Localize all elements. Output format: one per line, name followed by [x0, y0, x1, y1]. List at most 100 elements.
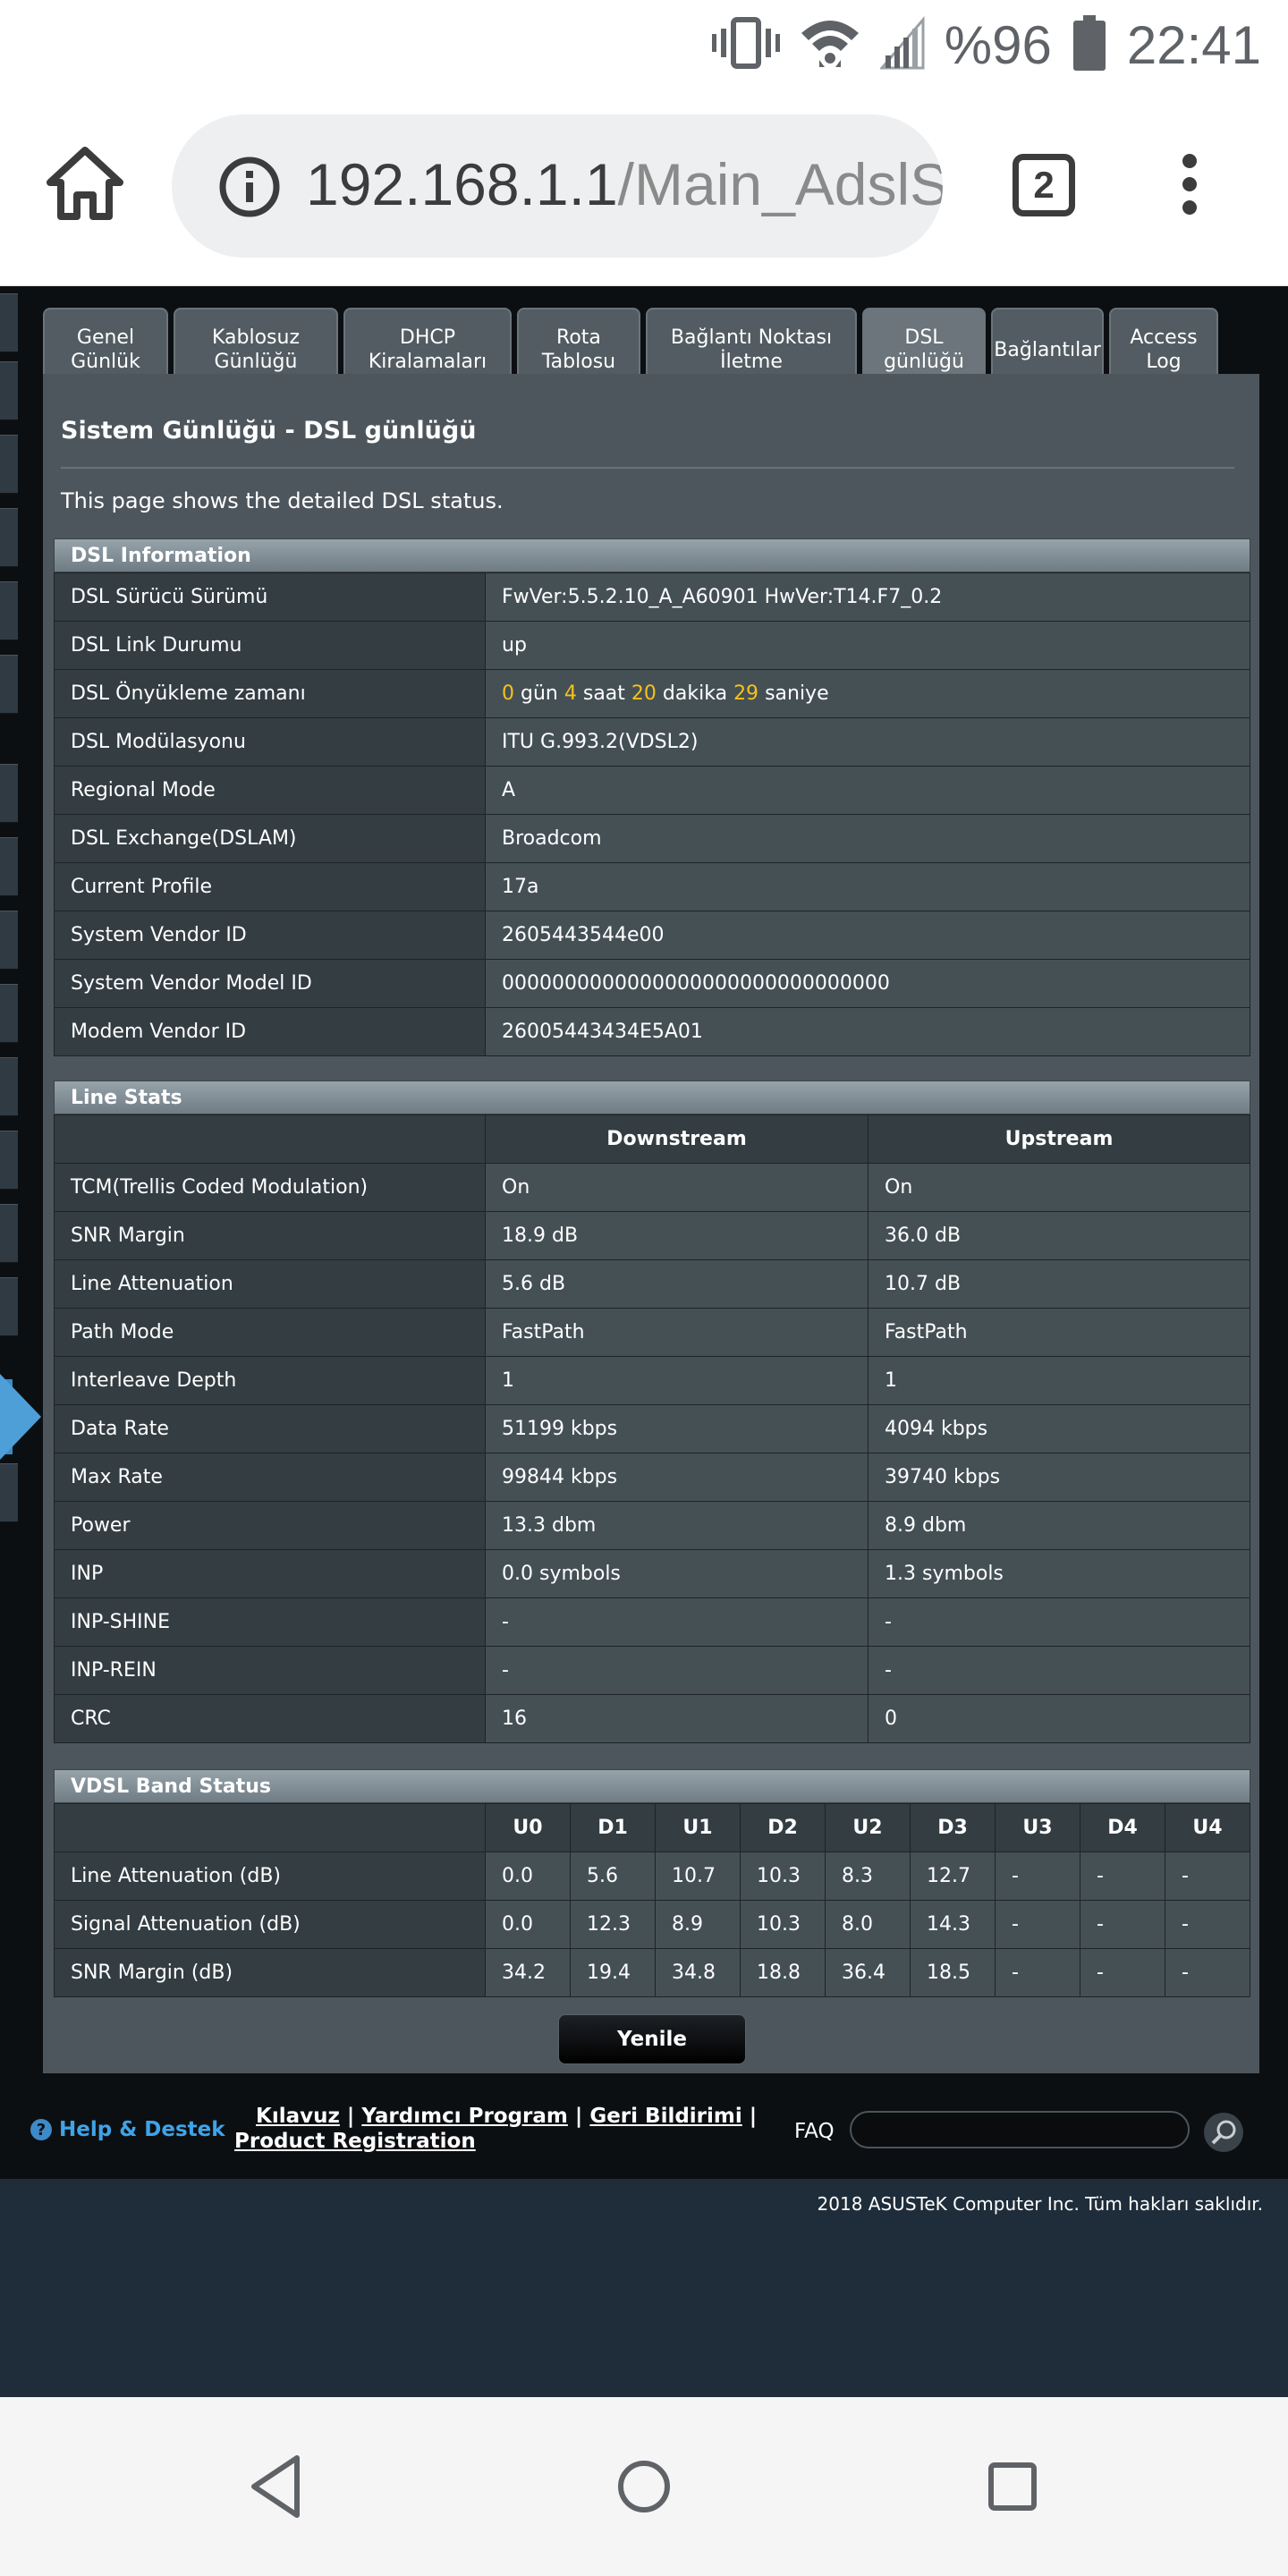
band-value: - [995, 1852, 1080, 1901]
copyright: 2018 ASUSTeK Computer Inc. Tüm hakları s… [817, 2193, 1263, 2215]
vdsl-band-status-section: VDSL Band Status U0 D1 U1 D2 U2 D3 U3 D4… [54, 1769, 1250, 1997]
upstream-value: On [868, 1163, 1250, 1212]
upstream-value: 39740 kbps [868, 1453, 1250, 1502]
help-support-link[interactable]: ? Help & Destek [30, 2118, 225, 2141]
column-header: U2 [825, 1803, 911, 1852]
downstream-value: - [485, 1646, 869, 1695]
link-separator: | [749, 2105, 758, 2128]
uptime-days-label: gün [521, 682, 558, 705]
row-label: DSL Önyükleme zamanı [54, 669, 486, 718]
faq-search-input[interactable] [850, 2111, 1190, 2148]
table-row: DSL Exchange(DSLAM) Broadcom [54, 814, 1250, 863]
band-value: 18.8 [740, 1948, 826, 1997]
uptime-hours: 4 [564, 682, 577, 705]
table-row: DSL Önyükleme zamanı 0 gün 4 saat 20 daki… [54, 669, 1250, 718]
more-vert-icon[interactable] [1172, 154, 1208, 225]
question-icon: ? [30, 2119, 52, 2140]
band-value: - [1165, 1948, 1250, 1997]
home-icon[interactable] [45, 143, 125, 224]
row-label: Interleave Depth [54, 1356, 486, 1405]
band-value: 19.4 [570, 1948, 656, 1997]
upstream-value: FastPath [868, 1308, 1250, 1357]
row-label: System Vendor ID [54, 911, 486, 960]
band-value: 18.5 [910, 1948, 996, 1997]
downstream-value: FastPath [485, 1308, 869, 1357]
row-label: Regional Mode [54, 766, 486, 815]
url-text[interactable]: 192.168.1.1/Main_AdslS [306, 150, 943, 218]
table-row: Data Rate 51199 kbps 4094 kbps [54, 1404, 1250, 1453]
row-value: A [485, 766, 1250, 815]
refresh-button[interactable]: Yenile [558, 2014, 746, 2064]
router-page: Genel Günlük Kablosuz Günlüğü DHCP Kiral… [0, 286, 1288, 2179]
link-product-registration[interactable]: Product Registration [234, 2130, 476, 2153]
side-menu-arrow-icon [0, 1374, 41, 1460]
row-label: Line Attenuation (dB) [54, 1852, 486, 1901]
address-bar[interactable]: 192.168.1.1/Main_AdslS [172, 114, 943, 258]
uptime-hours-label: saat [582, 682, 625, 705]
column-header: D2 [740, 1803, 826, 1852]
row-label: INP [54, 1549, 486, 1598]
row-label: TCM(Trellis Coded Modulation) [54, 1163, 486, 1212]
search-icon[interactable] [1204, 2113, 1243, 2152]
band-value: 8.0 [825, 1900, 911, 1949]
battery-percent: %96 [944, 14, 1052, 75]
back-icon[interactable] [233, 2442, 322, 2531]
band-value: 10.3 [740, 1852, 826, 1901]
band-value: 12.3 [570, 1900, 656, 1949]
table-header-row: Downstream Upstream [54, 1114, 1250, 1164]
tab-count: 2 [1033, 164, 1055, 206]
row-label: DSL Modülasyonu [54, 717, 486, 767]
uptime-seconds: 29 [733, 682, 759, 705]
row-label: Line Attenuation [54, 1259, 486, 1309]
home-nav-icon[interactable] [599, 2442, 689, 2531]
link-kilavuz[interactable]: Kılavuz [256, 2105, 340, 2128]
tabs-icon[interactable]: 2 [1013, 154, 1075, 216]
uptime-minutes: 20 [631, 682, 657, 705]
row-label: SNR Margin (dB) [54, 1948, 486, 1997]
upstream-value: 10.7 dB [868, 1259, 1250, 1309]
table-row: System Vendor ID 2605443544e00 [54, 911, 1250, 960]
table-row: SNR Margin 18.9 dB 36.0 dB [54, 1211, 1250, 1260]
info-icon[interactable] [218, 156, 281, 218]
downstream-value: On [485, 1163, 869, 1212]
row-label: Path Mode [54, 1308, 486, 1357]
url-host: 192.168.1.1 [306, 151, 618, 217]
row-label: CRC [54, 1694, 486, 1743]
link-geri-bildirimi[interactable]: Geri Bildirimi [589, 2105, 741, 2128]
table-row: CRC 16 0 [54, 1694, 1250, 1743]
table-header-row: U0 D1 U1 D2 U2 D3 U3 D4 U4 [54, 1803, 1250, 1852]
table-row: Line Attenuation (dB) 0.0 5.6 10.7 10.3 … [54, 1852, 1250, 1901]
row-label: Signal Attenuation (dB) [54, 1900, 486, 1949]
row-value: Broadcom [485, 814, 1250, 863]
line-stats-section: Line Stats Downstream Upstream TCM(Trelli… [54, 1080, 1250, 1743]
table-row: DSL Sürücü Sürümü FwVer:5.5.2.10_A_A60901… [54, 572, 1250, 622]
side-menu-strip [0, 286, 20, 1538]
row-value: 17a [485, 862, 1250, 911]
column-header: D4 [1080, 1803, 1165, 1852]
row-label: System Vendor Model ID [54, 959, 486, 1008]
row-label: DSL Exchange(DSLAM) [54, 814, 486, 863]
vibrate-icon [711, 16, 780, 73]
row-label: INP-REIN [54, 1646, 486, 1695]
help-label: Help & Destek [59, 2118, 225, 2141]
table-row: Line Attenuation 5.6 dB 10.7 dB [54, 1259, 1250, 1309]
recents-icon[interactable] [968, 2442, 1057, 2531]
page-description: This page shows the detailed DSL status. [61, 488, 504, 513]
upstream-value: - [868, 1597, 1250, 1647]
status-bar: %96 22:41 [0, 0, 1288, 89]
downstream-value: 51199 kbps [485, 1404, 869, 1453]
android-nav-bar [0, 2397, 1288, 2576]
downstream-value: 5.6 dB [485, 1259, 869, 1309]
vdsl-band-table: U0 D1 U1 D2 U2 D3 U3 D4 U4 Line Attenuat… [54, 1803, 1250, 1997]
downstream-value: 13.3 dbm [485, 1501, 869, 1550]
link-yardimci-program[interactable]: Yardımcı Program [361, 2105, 568, 2128]
band-value: - [1165, 1852, 1250, 1901]
band-value: - [1080, 1852, 1165, 1901]
tab-label: Rota Tablosu [541, 326, 616, 373]
upstream-value: 1 [868, 1356, 1250, 1405]
uptime-minutes-label: dakika [662, 682, 728, 705]
downstream-value: - [485, 1597, 869, 1647]
uptime-seconds-label: saniye [765, 682, 829, 705]
header-blank [54, 1803, 486, 1852]
column-header-upstream: Upstream [868, 1114, 1250, 1164]
